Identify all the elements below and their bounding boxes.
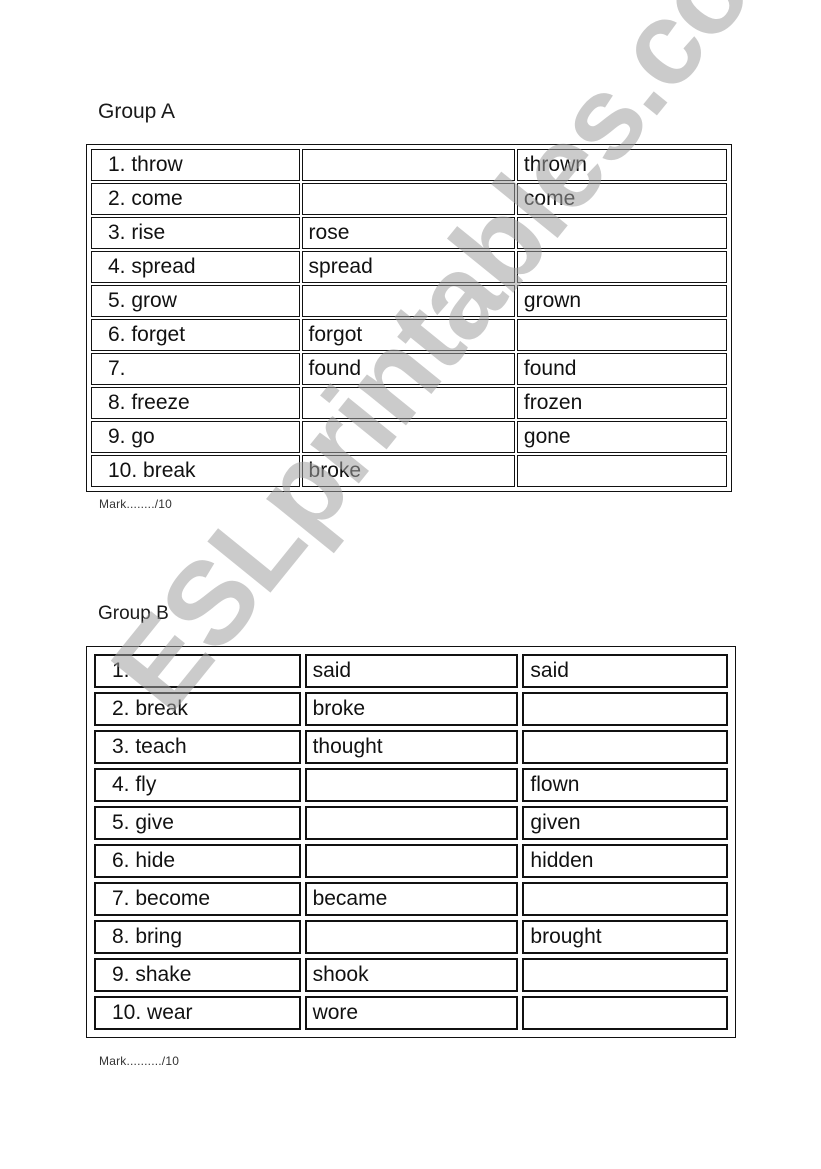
table-row: 1. throw thrown: [91, 149, 727, 181]
past-simple-cell[interactable]: [301, 149, 515, 181]
base-form-cell[interactable]: 8. bring: [94, 920, 301, 954]
base-form-cell[interactable]: 2. come: [91, 183, 300, 215]
past-simple-cell[interactable]: [304, 920, 519, 954]
past-participle-cell[interactable]: [522, 692, 728, 726]
past-participle-cell[interactable]: [516, 455, 727, 487]
group-b-mark: Mark........../10: [99, 1054, 180, 1068]
table-row: 5. grow grown: [91, 285, 727, 317]
past-simple-cell[interactable]: forgot: [301, 319, 515, 351]
base-form-cell[interactable]: 8. freeze: [91, 387, 300, 419]
base-form-cell[interactable]: 7.: [91, 353, 300, 385]
base-form-cell[interactable]: 2. break: [94, 692, 301, 726]
table-row: 8. freeze frozen: [91, 387, 727, 419]
past-participle-cell[interactable]: frozen: [516, 387, 727, 419]
past-simple-cell[interactable]: [304, 844, 519, 878]
group-a-table-frame: 1. throw thrown 2. come come 3. rise rose 4. s…: [86, 144, 732, 492]
past-simple-cell[interactable]: spread: [301, 251, 515, 283]
group-a-title: Group A: [98, 100, 176, 123]
past-simple-cell[interactable]: broke: [304, 692, 519, 726]
past-participle-cell[interactable]: [522, 882, 728, 916]
group-a-table: 1. throw thrown 2. come come 3. rise rose 4. s…: [89, 147, 729, 489]
past-simple-cell[interactable]: found: [301, 353, 515, 385]
past-simple-cell[interactable]: became: [304, 882, 519, 916]
past-simple-cell[interactable]: broke: [301, 455, 515, 487]
table-row: 3. teach thought: [94, 730, 728, 764]
past-participle-cell[interactable]: hidden: [522, 844, 728, 878]
past-participle-cell[interactable]: [516, 251, 727, 283]
past-simple-cell[interactable]: said: [304, 654, 519, 688]
past-participle-cell[interactable]: gone: [516, 421, 727, 453]
base-form-cell[interactable]: 1. throw: [91, 149, 300, 181]
past-participle-cell[interactable]: [516, 319, 727, 351]
past-simple-cell[interactable]: [301, 285, 515, 317]
past-participle-cell[interactable]: [522, 996, 728, 1030]
past-simple-cell[interactable]: [301, 387, 515, 419]
base-form-cell[interactable]: 5. give: [94, 806, 301, 840]
base-form-cell[interactable]: 7. become: [94, 882, 301, 916]
past-simple-cell[interactable]: [301, 183, 515, 215]
group-a-mark: Mark......../10: [99, 497, 173, 511]
past-participle-cell[interactable]: [522, 958, 728, 992]
base-form-cell[interactable]: 5. grow: [91, 285, 300, 317]
base-form-cell[interactable]: 10. break: [91, 455, 300, 487]
table-row: 5. give given: [94, 806, 728, 840]
past-participle-cell[interactable]: given: [522, 806, 728, 840]
base-form-cell[interactable]: 4. spread: [91, 251, 300, 283]
group-b-table-frame: 1. said said 2. break broke 3. teach thought 4.…: [86, 646, 736, 1038]
past-simple-cell[interactable]: [304, 806, 519, 840]
base-form-cell[interactable]: 6. hide: [94, 844, 301, 878]
table-row: 9. go gone: [91, 421, 727, 453]
past-participle-cell[interactable]: come: [516, 183, 727, 215]
base-form-cell[interactable]: 6. forget: [91, 319, 300, 351]
table-row: 7. become became: [94, 882, 728, 916]
past-simple-cell[interactable]: wore: [304, 996, 519, 1030]
table-row: 1. said said: [94, 654, 728, 688]
past-simple-cell[interactable]: [304, 768, 519, 802]
table-row: 3. rise rose: [91, 217, 727, 249]
past-simple-cell[interactable]: thought: [304, 730, 519, 764]
past-participle-cell[interactable]: [522, 730, 728, 764]
past-participle-cell[interactable]: [516, 217, 727, 249]
base-form-cell[interactable]: 1.: [94, 654, 301, 688]
base-form-cell[interactable]: 4. fly: [94, 768, 301, 802]
past-participle-cell[interactable]: brought: [522, 920, 728, 954]
table-row: 7. found found: [91, 353, 727, 385]
past-simple-cell[interactable]: shook: [304, 958, 519, 992]
group-b-title: Group B: [98, 603, 169, 624]
table-row: 10. wear wore: [94, 996, 728, 1030]
base-form-cell[interactable]: 9. go: [91, 421, 300, 453]
past-participle-cell[interactable]: thrown: [516, 149, 727, 181]
past-simple-cell[interactable]: [301, 421, 515, 453]
group-b-table: 1. said said 2. break broke 3. teach thought 4.…: [90, 650, 732, 1034]
table-row: 8. bring brought: [94, 920, 728, 954]
base-form-cell[interactable]: 3. teach: [94, 730, 301, 764]
table-row: 2. come come: [91, 183, 727, 215]
base-form-cell[interactable]: 10. wear: [94, 996, 301, 1030]
table-row: 4. fly flown: [94, 768, 728, 802]
past-participle-cell[interactable]: found: [516, 353, 727, 385]
base-form-cell[interactable]: 3. rise: [91, 217, 300, 249]
base-form-cell[interactable]: 9. shake: [94, 958, 301, 992]
table-row: 6. forget forgot: [91, 319, 727, 351]
table-row: 9. shake shook: [94, 958, 728, 992]
table-row: 6. hide hidden: [94, 844, 728, 878]
past-participle-cell[interactable]: grown: [516, 285, 727, 317]
table-row: 2. break broke: [94, 692, 728, 726]
past-participle-cell[interactable]: said: [522, 654, 728, 688]
table-row: 4. spread spread: [91, 251, 727, 283]
past-participle-cell[interactable]: flown: [522, 768, 728, 802]
past-simple-cell[interactable]: rose: [301, 217, 515, 249]
table-row: 10. break broke: [91, 455, 727, 487]
